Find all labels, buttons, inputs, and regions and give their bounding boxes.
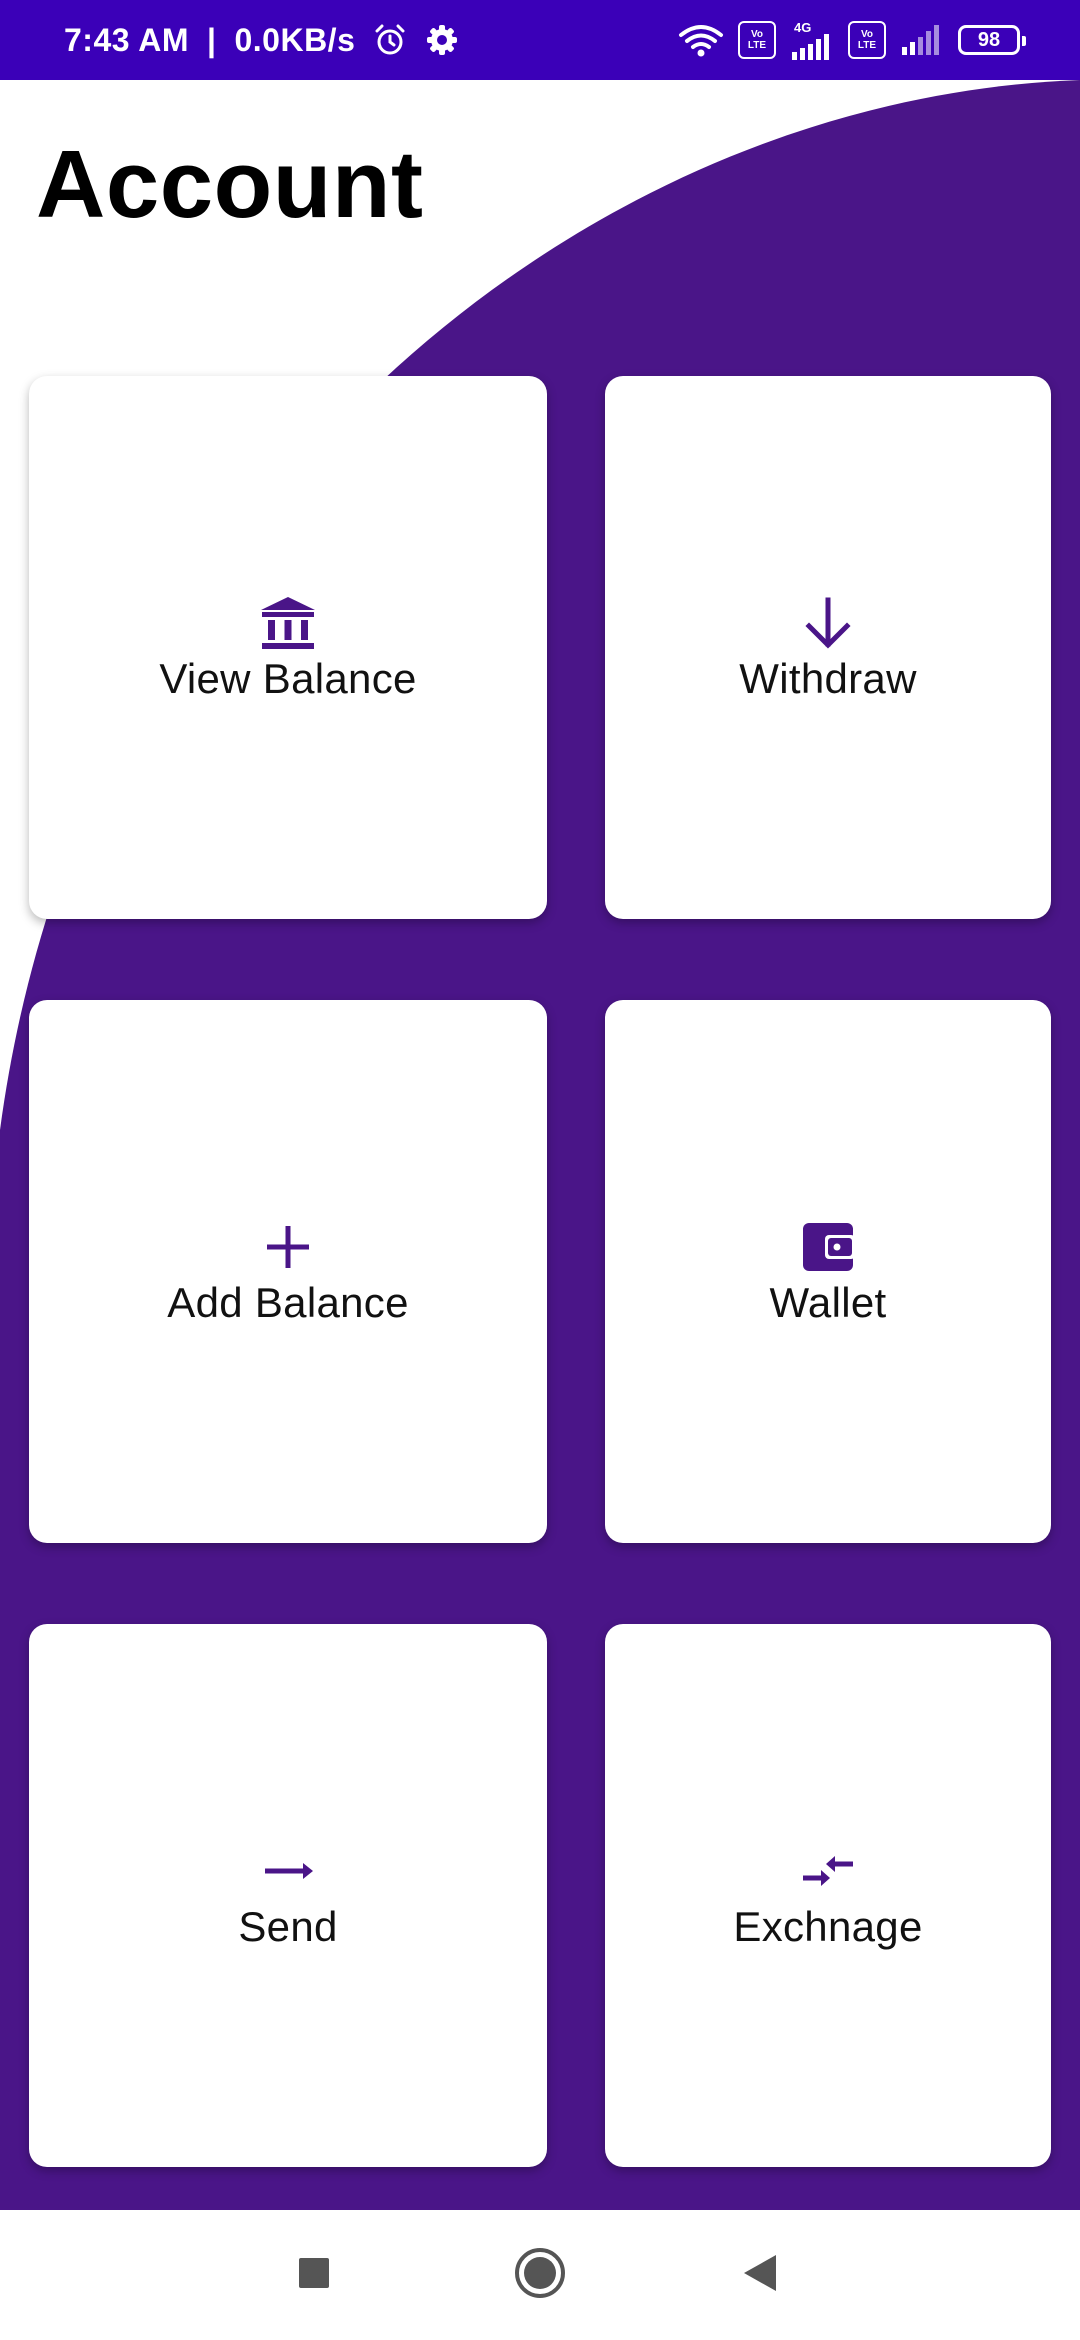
withdraw-button[interactable]: Withdraw — [605, 376, 1051, 919]
arrow-right-icon — [258, 1841, 318, 1901]
status-time: 7:43 AM — [64, 21, 190, 58]
volte-icon: Vo LTE — [738, 21, 776, 59]
volte-icon-2: Vo LTE — [848, 21, 886, 59]
tile-label: Add Balance — [167, 1278, 409, 1326]
home-button[interactable] — [510, 2245, 570, 2305]
status-right: Vo LTE 4G Vo LTE 98 — [678, 0, 1026, 80]
bank-icon — [258, 593, 318, 653]
tile-label: Wallet — [769, 1278, 887, 1326]
status-bar: 7:43 AM | 0.0KB/s Vo LTE 4G Vo LTE 98 — [0, 0, 1080, 80]
navigation-bar — [0, 2210, 1080, 2340]
battery-level: 98 — [977, 28, 1001, 51]
gear-icon — [425, 23, 459, 57]
add-balance-button[interactable]: Add Balance — [29, 1000, 547, 1543]
signal-icon — [900, 25, 944, 55]
exchange-button[interactable]: Exchnage — [605, 1624, 1051, 2167]
tile-label: Exchnage — [733, 1902, 923, 1950]
wallet-button[interactable]: Wallet — [605, 1000, 1051, 1543]
network-type-label: 4G — [794, 19, 812, 35]
plus-icon — [258, 1217, 318, 1277]
status-separator: | — [207, 21, 217, 58]
battery-icon: 98 — [958, 25, 1026, 55]
compare-arrows-icon — [798, 1841, 858, 1901]
tile-label: View Balance — [159, 654, 417, 702]
back-triangle-icon — [740, 2253, 780, 2298]
tile-label: Send — [238, 1902, 338, 1950]
page-title: Account — [36, 131, 424, 238]
arrow-down-icon — [798, 593, 858, 653]
recents-button[interactable] — [284, 2245, 344, 2305]
view-balance-button[interactable]: View Balance — [29, 376, 547, 919]
tile-label: Withdraw — [739, 654, 917, 702]
wallet-icon — [798, 1217, 858, 1277]
alarm-icon — [373, 23, 407, 57]
back-button[interactable] — [730, 2245, 790, 2305]
status-left: 7:43 AM | 0.0KB/s — [64, 0, 459, 80]
home-circle-icon — [513, 2246, 567, 2305]
status-net-speed: 0.0KB/s — [234, 21, 356, 58]
signal-4g-icon: 4G — [790, 21, 834, 60]
wifi-icon — [678, 23, 724, 57]
recents-square-icon — [297, 2256, 331, 2295]
send-button[interactable]: Send — [29, 1624, 547, 2167]
